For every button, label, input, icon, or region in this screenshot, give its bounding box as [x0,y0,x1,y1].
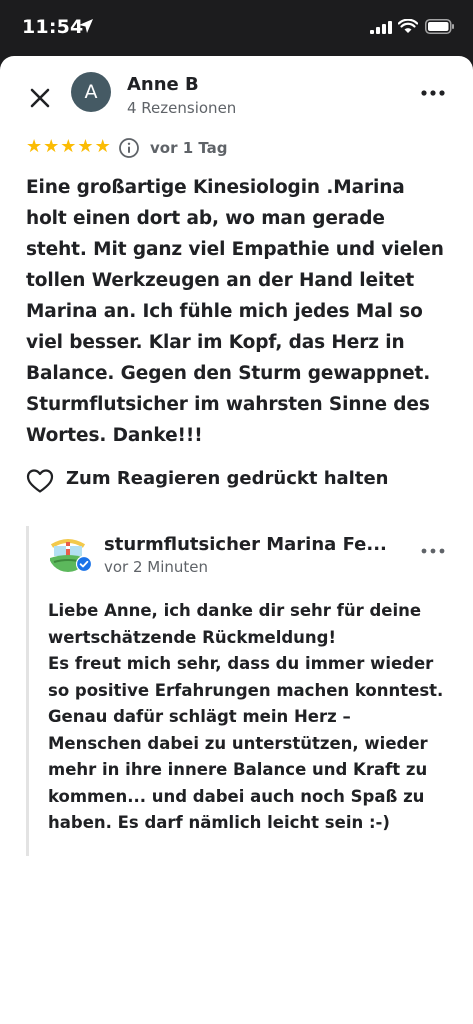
verified-icon [76,556,92,572]
star-icon: ★ [60,136,77,157]
avatar[interactable]: A [71,72,111,112]
avatar-initial: A [84,81,98,103]
reply-divider [26,526,29,856]
wifi-icon [398,19,418,33]
signal-icon [370,21,392,34]
review-text: Eine großartige Kinesiologin .Marina hol… [26,177,444,446]
status-bar: 11:54 [0,0,473,56]
close-icon[interactable] [24,82,56,114]
reply-more-options-icon[interactable] [419,544,447,558]
reviewer-name[interactable]: Anne B [127,74,199,95]
status-time: 11:54 [22,16,84,38]
battery-icon [425,19,454,34]
info-icon[interactable] [118,137,140,159]
star-icon: ★ [26,136,43,157]
star-icon: ★ [77,136,94,157]
star-icon: ★ [94,136,111,157]
reviewer-review-count: 4 Rezensionen [127,99,237,117]
react-hint[interactable]: Zum Reagieren gedrückt halten [66,468,388,489]
heart-icon[interactable] [26,468,54,494]
star-rating: ★ ★ ★ ★ ★ [26,137,111,157]
owner-name[interactable]: sturmflutsicher Marina Fe... [104,534,404,555]
review-date: vor 1 Tag [150,139,228,157]
reply-text: Liebe Anne, ich danke dir sehr für deine… [48,601,444,832]
location-arrow-icon [79,19,93,33]
star-icon: ★ [43,136,60,157]
reply-time: vor 2 Minuten [104,558,209,576]
more-options-icon[interactable] [419,86,447,100]
